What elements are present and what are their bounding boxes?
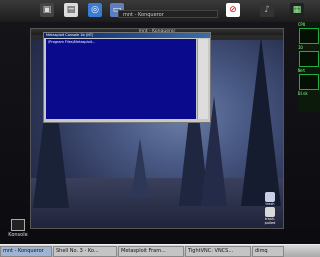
desktop-icon-trash[interactable]: trash [263,192,277,206]
desktop-icon-konsole[interactable]: Konsole [6,219,30,238]
metasploit-console-window[interactable]: Metasploit Console 1b (NT) \Program File… [43,32,211,123]
konqueror-window[interactable]: mnt - Konqueror TightVNC: VNCSRV SYSTEMS… [30,28,284,229]
taskbar: mnt - Konqueror Shell No. 3 - Ko... Meta… [0,244,320,257]
monitor-label: CPU [298,22,306,27]
tree-silhouette [131,138,149,198]
console-text-area[interactable]: \Program Files\Metasploit... [46,39,196,119]
console-scrollbar[interactable] [197,39,208,119]
monitor-icon[interactable]: ▦ [290,3,304,17]
desktop-icon-label: Konsole [8,232,28,238]
taskbar-item[interactable]: Metasploit Fram... [118,245,184,257]
cpu-graph [299,28,319,44]
trash-icon [265,192,275,202]
console-line: \Program Files\Metasploit... [48,40,96,44]
konsole-icon [11,219,25,231]
metasploit-console-titlebar[interactable]: Metasploit Console 1b (NT) [44,33,210,38]
monitor-label: Net [298,68,306,73]
globe-icon[interactable]: ◎ [88,3,102,17]
monitor-label: IO [298,45,303,50]
desktop-icon-label: trash [265,202,275,206]
taskbar-item[interactable]: mnt - Konqueror [0,245,52,257]
desktop-icon-label: trash-pulled [264,217,276,225]
active-window-title: mnt - Konqueror [118,10,218,18]
system-monitor-panel: CPU IO Net Disk [298,22,320,112]
power-icon[interactable]: ⊘ [226,3,240,17]
speaker-icon[interactable]: ♪ [260,3,274,17]
net-graph [299,74,319,90]
taskbar-item[interactable]: TightVNC: VNCS... [185,245,251,257]
top-panel: ▣ ▤ ◎ ▭ mnt - Konqueror ⊘ ♪ ▦ [0,0,320,23]
taskbar-item[interactable]: Shell No. 3 - Ko... [53,245,117,257]
tree-silhouette [241,40,281,206]
taskbar-item[interactable]: dimq [252,245,284,257]
document-icon[interactable]: ▤ [64,3,78,17]
io-graph [299,51,319,67]
trash-icon [265,207,275,217]
desktop-icon-trash-pulled[interactable]: trash-pulled [263,207,277,225]
monitor-label: Disk [298,91,308,96]
terminal-icon[interactable]: ▣ [40,3,54,17]
